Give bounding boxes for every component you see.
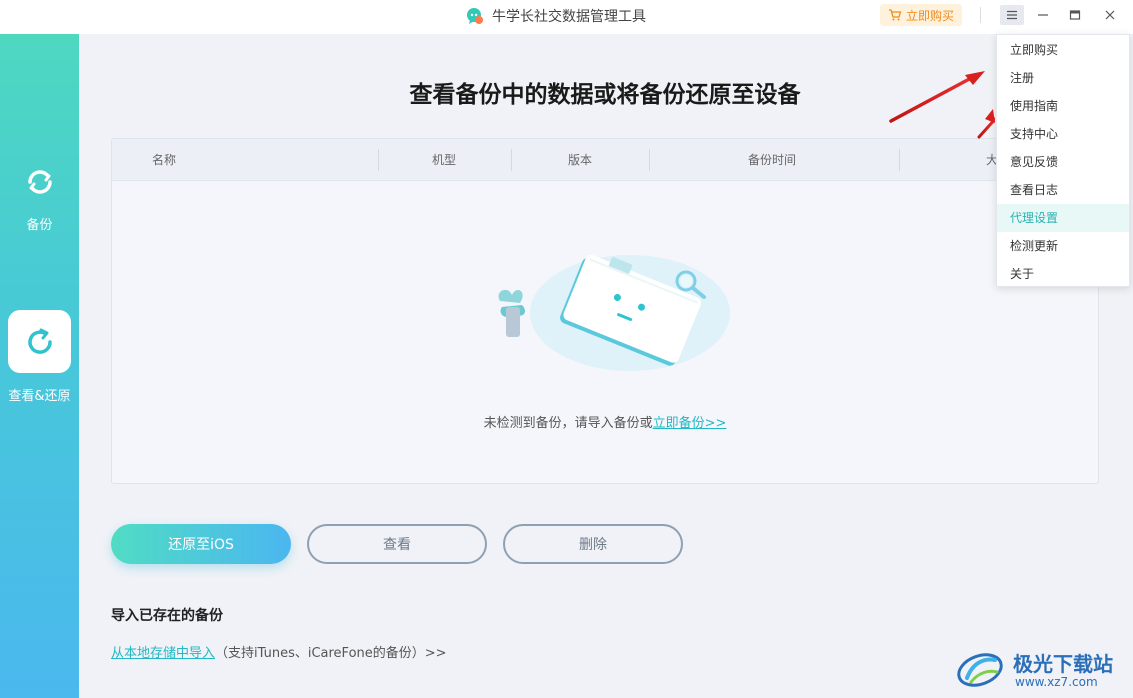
titlebar-divider — [980, 7, 981, 23]
column-divider — [899, 149, 900, 171]
settings-dropdown-menu: 立即购买 注册 使用指南 支持中心 意见反馈 查看日志 代理设置 检测更新 关于 — [996, 34, 1130, 287]
column-header-version: 版本 — [568, 153, 593, 167]
aurora-logo-icon — [957, 653, 1003, 687]
sidebar-item-backup[interactable]: 备份 — [0, 164, 79, 233]
menu-button[interactable] — [1000, 5, 1024, 25]
sidebar-item-label: 查看&还原 — [8, 389, 71, 404]
red-arrow-icon — [889, 75, 975, 123]
column-divider — [378, 149, 379, 171]
menu-item-feedback[interactable]: 意见反馈 — [997, 148, 1129, 176]
column-divider — [511, 149, 512, 171]
menu-item-proxy-settings[interactable]: 代理设置 — [997, 204, 1129, 232]
watermark-name: 极光下载站 — [1013, 652, 1113, 676]
menu-item-user-guide[interactable]: 使用指南 — [997, 92, 1129, 120]
app-title: 牛学长社交数据管理工具 — [492, 9, 646, 25]
view-button[interactable]: 查看 — [307, 524, 487, 564]
watermark-url: www.xz7.com — [1015, 675, 1098, 689]
cart-icon — [888, 9, 902, 21]
close-button[interactable] — [1098, 5, 1122, 25]
minimize-icon — [1038, 14, 1048, 16]
annotation-arrows — [889, 71, 995, 139]
backup-now-link[interactable]: 立即备份>> — [653, 416, 727, 431]
table-header: 名称 机型 版本 备份时间 大 — [112, 139, 1098, 181]
restore-icon — [27, 328, 52, 354]
import-section-title: 导入已存在的备份 — [111, 608, 223, 624]
site-watermark: 极光下载站 www.xz7.com — [955, 644, 1130, 696]
hamburger-icon — [1007, 10, 1017, 20]
minimize-button[interactable] — [1031, 5, 1055, 25]
empty-state-text: 未检测到备份，请导入备份或 — [483, 416, 653, 431]
import-line: 从本地存储中导入（支持iTunes、iCareFone的备份）>> — [111, 642, 447, 661]
buy-now-label: 立即购买 — [905, 8, 954, 23]
active-item-highlight — [8, 310, 71, 373]
maximize-icon — [1069, 10, 1081, 20]
menu-item-register[interactable]: 注册 — [997, 64, 1129, 92]
sidebar: 备份 查看&还原 — [0, 34, 79, 698]
title-bar: 牛学长社交数据管理工具 立即购买 — [0, 0, 1133, 34]
column-divider — [649, 149, 650, 171]
restore-to-ios-button[interactable]: 还原至iOS — [111, 524, 291, 564]
maximize-button[interactable] — [1063, 5, 1087, 25]
backup-table: 名称 机型 版本 备份时间 大 未检测到备份，请导入备份或立即备份>> — [111, 138, 1099, 484]
column-header-name: 名称 — [152, 153, 177, 167]
empty-state-illustration — [498, 254, 730, 371]
import-from-local-link[interactable]: 从本地存储中导入 — [111, 646, 215, 661]
menu-item-view-logs[interactable]: 查看日志 — [997, 176, 1129, 204]
column-header-model: 机型 — [432, 153, 457, 167]
app-logo-icon — [467, 8, 483, 24]
sync-icon — [27, 170, 52, 194]
sidebar-item-label: 备份 — [26, 218, 53, 233]
import-note: （支持iTunes、iCareFone的备份）>> — [215, 646, 447, 661]
menu-item-support-center[interactable]: 支持中心 — [997, 120, 1129, 148]
close-icon — [1105, 10, 1115, 20]
buy-now-button[interactable]: 立即购买 — [880, 4, 962, 26]
empty-state-message: 未检测到备份，请导入备份或立即备份>> — [112, 412, 1098, 431]
menu-item-about[interactable]: 关于 — [997, 260, 1129, 288]
menu-item-check-updates[interactable]: 检测更新 — [997, 232, 1129, 260]
app-title-group: 牛学长社交数据管理工具 — [466, 6, 646, 26]
page-title: 查看备份中的数据或将备份还原至设备 — [409, 82, 801, 108]
delete-button[interactable]: 删除 — [503, 524, 683, 564]
sidebar-item-view-restore[interactable]: 查看&还原 — [0, 310, 79, 404]
menu-item-buy-now[interactable]: 立即购买 — [997, 36, 1129, 64]
column-header-backup-time: 备份时间 — [748, 153, 797, 167]
